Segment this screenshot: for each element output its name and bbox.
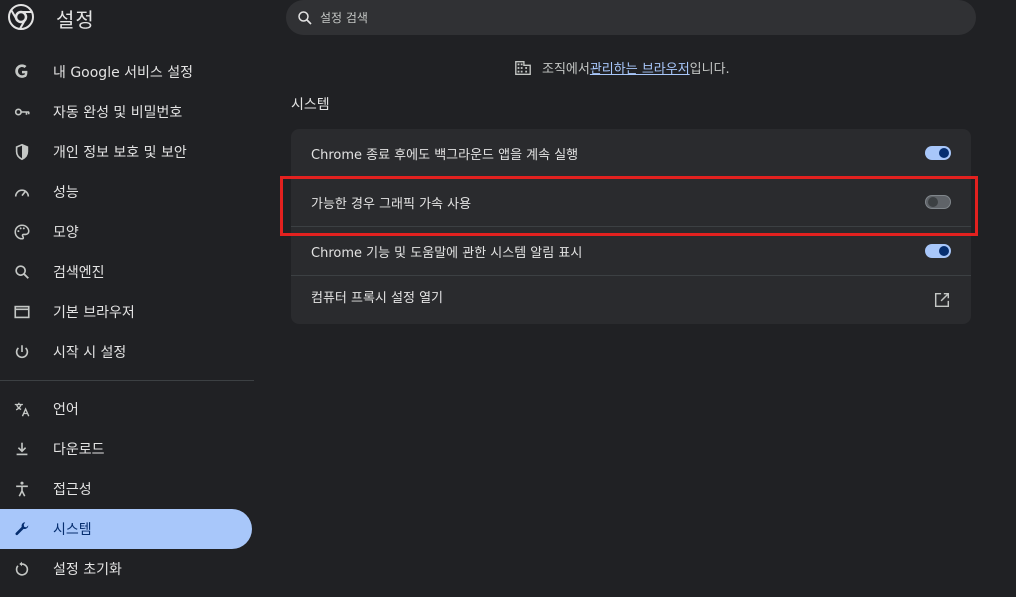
sidebar-item-system[interactable]: 시스템 <box>0 509 252 549</box>
wrench-icon <box>12 519 32 539</box>
sidebar-item-search-engine[interactable]: 검색엔진 <box>0 252 252 292</box>
sidebar-item-label: 시작 시 설정 <box>53 345 127 361</box>
sidebar-item-performance[interactable]: 성능 <box>0 172 252 212</box>
setting-label: 컴퓨터 프록시 설정 열기 <box>311 291 443 306</box>
sidebar-item-google-services[interactable]: 내 Google 서비스 설정 <box>0 52 252 92</box>
sidebar-item-label: 모양 <box>53 225 79 241</box>
shield-icon <box>12 142 32 162</box>
managed-notice-suffix: 입니다. <box>689 62 730 77</box>
accessibility-icon <box>12 479 32 499</box>
speedometer-icon <box>12 182 32 202</box>
setting-row-hardware-acceleration[interactable]: 가능한 경우 그래픽 가속 사용 <box>291 178 971 226</box>
sidebar-item-label: 자동 완성 및 비밀번호 <box>53 105 183 121</box>
setting-row-background-apps[interactable]: Chrome 종료 후에도 백그라운드 앱을 계속 실행 <box>291 129 971 177</box>
download-icon <box>12 439 32 459</box>
sidebar-item-reset[interactable]: 설정 초기화 <box>0 549 252 589</box>
open-in-new-icon[interactable] <box>933 291 951 309</box>
sidebar: 내 Google 서비스 설정 자동 완성 및 비밀번호 개인 정보 보호 및 … <box>0 52 256 589</box>
system-settings-card: Chrome 종료 후에도 백그라운드 앱을 계속 실행 가능한 경우 그래픽 … <box>291 129 971 324</box>
google-g-icon <box>12 62 32 82</box>
power-icon <box>12 342 32 362</box>
sidebar-item-label: 내 Google 서비스 설정 <box>53 65 193 81</box>
setting-row-proxy-settings[interactable]: 컴퓨터 프록시 설정 열기 <box>291 276 971 324</box>
translate-icon <box>12 399 32 419</box>
search-box[interactable] <box>286 0 976 35</box>
setting-label: Chrome 종료 후에도 백그라운드 앱을 계속 실행 <box>311 147 579 163</box>
sidebar-item-label: 언어 <box>53 402 79 418</box>
search-icon <box>12 262 32 282</box>
chrome-logo-icon <box>8 4 34 30</box>
managed-notice: 조직에서 관리하는 브라우저 입니다. <box>514 58 730 77</box>
sidebar-item-label: 다운로드 <box>53 442 105 458</box>
setting-label: 가능한 경우 그래픽 가속 사용 <box>311 196 472 212</box>
sidebar-item-appearance[interactable]: 모양 <box>0 212 252 252</box>
browser-window-icon <box>12 302 32 322</box>
background-apps-toggle[interactable] <box>925 146 951 160</box>
search-input[interactable] <box>320 10 920 25</box>
managed-browser-link[interactable]: 관리하는 브라우저 <box>590 58 690 77</box>
sidebar-item-default-browser[interactable]: 기본 브라우저 <box>0 292 252 332</box>
reset-icon <box>12 559 32 579</box>
sidebar-item-label: 시스템 <box>53 522 92 538</box>
key-icon <box>12 102 32 122</box>
sidebar-item-autofill[interactable]: 자동 완성 및 비밀번호 <box>0 92 252 132</box>
sidebar-item-downloads[interactable]: 다운로드 <box>0 429 252 469</box>
section-title: 시스템 <box>291 97 330 113</box>
managed-notice-prefix: 조직에서 <box>542 62 590 77</box>
sidebar-item-label: 성능 <box>53 185 79 201</box>
palette-icon <box>12 222 32 242</box>
search-icon <box>298 10 312 25</box>
sidebar-item-privacy[interactable]: 개인 정보 보호 및 보안 <box>0 132 252 172</box>
hardware-acceleration-toggle[interactable] <box>925 195 951 209</box>
setting-row-system-notifications[interactable]: Chrome 기능 및 도움말에 관한 시스템 알림 표시 <box>291 227 971 275</box>
system-notifications-toggle[interactable] <box>925 244 951 258</box>
sidebar-item-label: 검색엔진 <box>53 265 105 281</box>
sidebar-item-languages[interactable]: 언어 <box>0 389 252 429</box>
sidebar-item-accessibility[interactable]: 접근성 <box>0 469 252 509</box>
building-icon <box>515 60 531 75</box>
sidebar-item-label: 기본 브라우저 <box>53 305 135 321</box>
page-title: 설정 <box>56 8 95 32</box>
sidebar-item-on-startup[interactable]: 시작 시 설정 <box>0 332 252 372</box>
setting-label: Chrome 기능 및 도움말에 관한 시스템 알림 표시 <box>311 245 583 261</box>
sidebar-item-label: 개인 정보 보호 및 보안 <box>53 145 187 161</box>
sidebar-item-label: 설정 초기화 <box>53 562 122 578</box>
sidebar-item-label: 접근성 <box>53 482 92 498</box>
sidebar-divider <box>0 380 254 381</box>
